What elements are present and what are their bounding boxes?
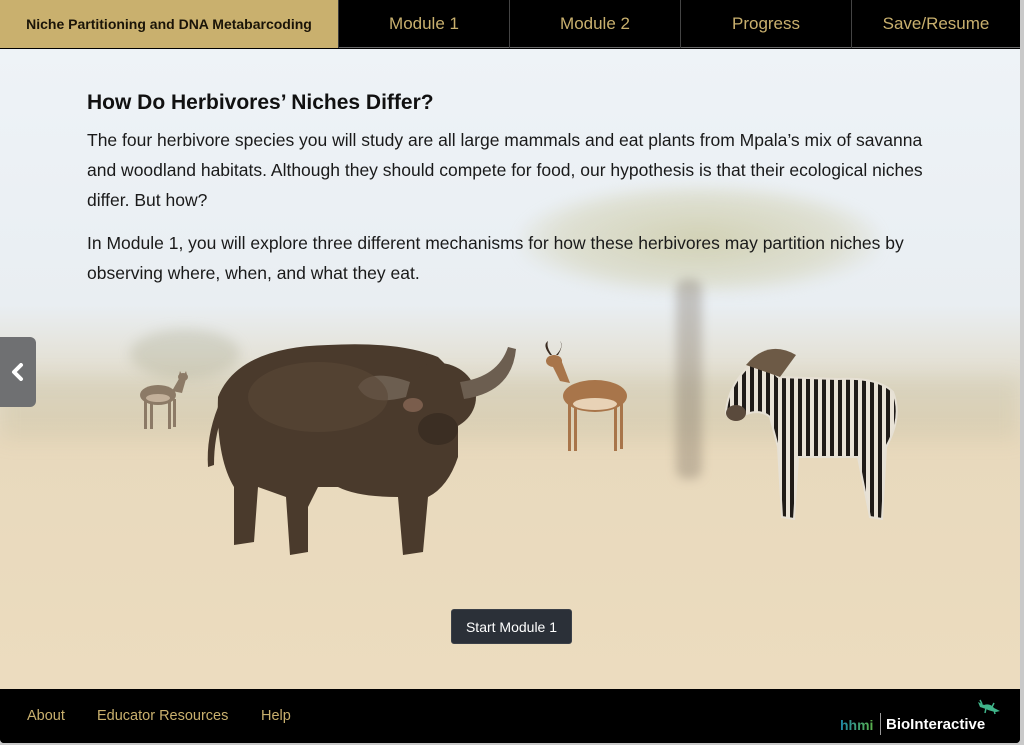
footer-link-help[interactable]: Help xyxy=(261,708,291,724)
top-navigation: Niche Partitioning and DNA Metabarcoding… xyxy=(0,0,1020,48)
buffalo-image xyxy=(207,344,516,555)
zebra-image xyxy=(724,348,898,521)
logo-biointeractive-text: BioInteractive xyxy=(886,716,986,733)
start-module-1-button[interactable]: Start Module 1 xyxy=(451,609,572,644)
hhmi-biointeractive-logo[interactable]: hhmi BioInteractive xyxy=(838,699,1008,735)
logo-hhmi-text: hhmi xyxy=(840,717,874,733)
tab-module-2[interactable]: Module 2 xyxy=(509,0,680,48)
tab-save-resume[interactable]: Save/Resume xyxy=(851,0,1020,48)
paragraph-module-1: In Module 1, you will explore three diff… xyxy=(87,233,904,283)
content-stage: How Do Herbivores’ Niches Differ? The fo… xyxy=(0,49,1020,689)
course-title[interactable]: Niche Partitioning and DNA Metabarcoding xyxy=(0,0,338,48)
footer: About Educator Resources Help hhmi BioIn… xyxy=(0,689,1020,743)
impala-image xyxy=(545,341,627,451)
footer-link-educator-resources[interactable]: Educator Resources xyxy=(97,708,228,724)
logo-divider xyxy=(880,713,881,735)
chevron-left-icon xyxy=(12,363,23,381)
previous-button[interactable] xyxy=(0,337,36,407)
intro-text: How Do Herbivores’ Niches Differ? The fo… xyxy=(87,91,947,301)
tab-progress[interactable]: Progress xyxy=(680,0,851,48)
page-heading: How Do Herbivores’ Niches Differ? xyxy=(87,91,434,114)
background-acacia-trunk xyxy=(676,279,702,479)
dikdik-image xyxy=(140,371,188,429)
footer-link-about[interactable]: About xyxy=(27,708,65,724)
tab-module-1[interactable]: Module 1 xyxy=(338,0,509,48)
paragraph-intro: The four herbivore species you will stud… xyxy=(87,130,923,210)
lizard-icon xyxy=(978,699,1000,715)
app-frame: Niche Partitioning and DNA Metabarcoding… xyxy=(0,0,1020,743)
